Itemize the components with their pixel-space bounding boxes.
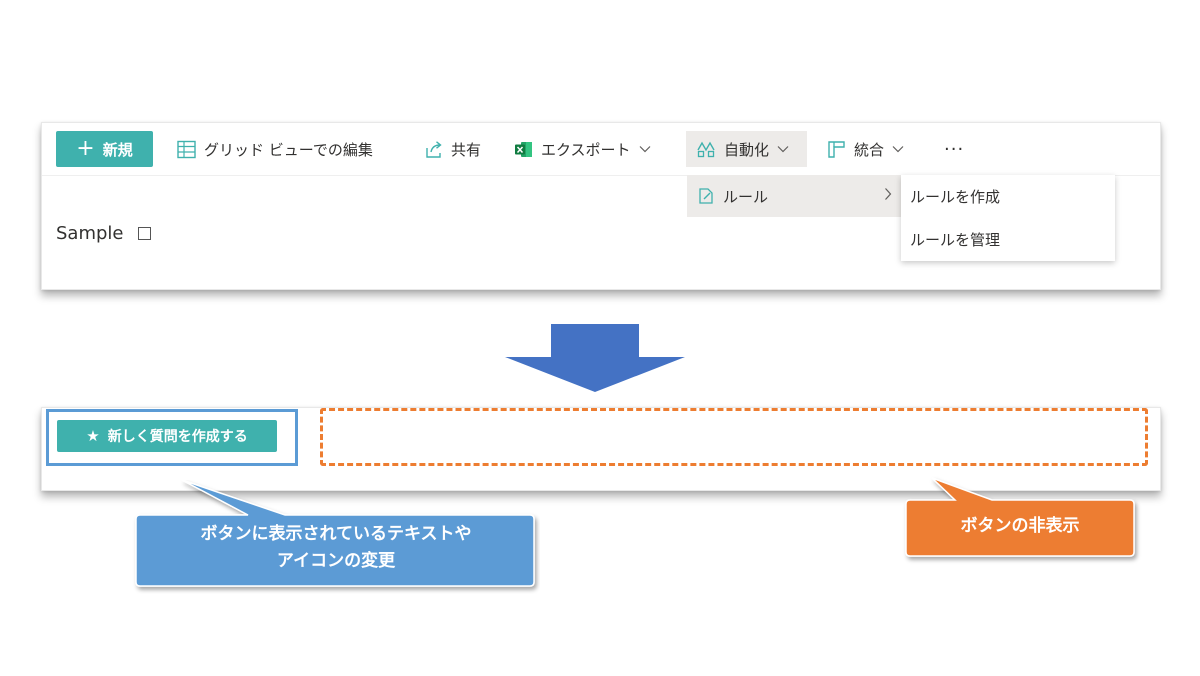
hidden-buttons-area bbox=[320, 408, 1148, 466]
chevron-down-icon bbox=[639, 145, 651, 153]
menu-item-rules[interactable]: ルール bbox=[687, 175, 902, 217]
share-icon bbox=[423, 139, 443, 159]
chevron-right-icon bbox=[884, 187, 892, 205]
submenu-item-manage-rules[interactable]: ルールを管理 bbox=[901, 218, 1115, 261]
new-button-label: 新規 bbox=[102, 140, 133, 159]
automate-label: 自動化 bbox=[724, 140, 770, 159]
menu-item-rules-label: ルール bbox=[723, 187, 769, 206]
list-title-label: Sample bbox=[56, 223, 124, 244]
excel-icon bbox=[513, 139, 533, 159]
plus-icon: + bbox=[76, 136, 95, 161]
submenu-item-create-rule[interactable]: ルールを作成 bbox=[901, 175, 1115, 218]
share-button[interactable]: 共有 bbox=[423, 131, 481, 167]
grid-view-edit-label: グリッド ビューでの編集 bbox=[204, 140, 373, 159]
new-button[interactable]: + 新規 bbox=[56, 131, 153, 167]
share-label: 共有 bbox=[451, 140, 482, 159]
export-button[interactable]: エクスポート bbox=[513, 131, 651, 167]
star-icon: ★ bbox=[86, 427, 100, 445]
list-title: Sample bbox=[56, 223, 151, 244]
command-bar: + 新規 グリッド ビューでの編集 共有 エクスポート 自動化 統合 ··· bbox=[42, 123, 1160, 176]
integrate-button[interactable]: 統合 bbox=[826, 131, 904, 167]
create-question-button-label: 新しく質問を作成する bbox=[107, 429, 248, 445]
integrate-label: 統合 bbox=[854, 140, 885, 159]
more-button[interactable]: ··· bbox=[944, 131, 964, 167]
down-arrow-icon bbox=[505, 324, 685, 392]
integrate-icon bbox=[826, 139, 846, 159]
more-icon: ··· bbox=[944, 138, 965, 160]
blue-callout-text: ボタンに表示されているテキストや アイコンの変更 bbox=[136, 521, 536, 575]
list-page-before: + 新規 グリッド ビューでの編集 共有 エクスポート 自動化 統合 ··· ル… bbox=[41, 122, 1161, 290]
rules-submenu: ルールを作成 ルールを管理 bbox=[901, 175, 1115, 261]
create-question-button[interactable]: ★ 新しく質問を作成する bbox=[57, 420, 277, 452]
automate-icon bbox=[696, 139, 716, 159]
grid-view-edit-button[interactable]: グリッド ビューでの編集 bbox=[176, 131, 373, 167]
square-icon bbox=[137, 227, 151, 240]
blue-callout-line2: アイコンの変更 bbox=[276, 551, 396, 571]
blue-callout-line1: ボタンに表示されているテキストや bbox=[200, 524, 472, 544]
orange-callout-text: ボタンの非表示 bbox=[960, 516, 1080, 536]
rule-icon bbox=[697, 187, 715, 205]
chevron-down-icon bbox=[777, 145, 789, 153]
export-label: エクスポート bbox=[541, 140, 631, 159]
grid-icon bbox=[176, 139, 196, 159]
chevron-down-icon bbox=[892, 145, 904, 153]
automate-button[interactable]: 自動化 bbox=[686, 131, 807, 167]
